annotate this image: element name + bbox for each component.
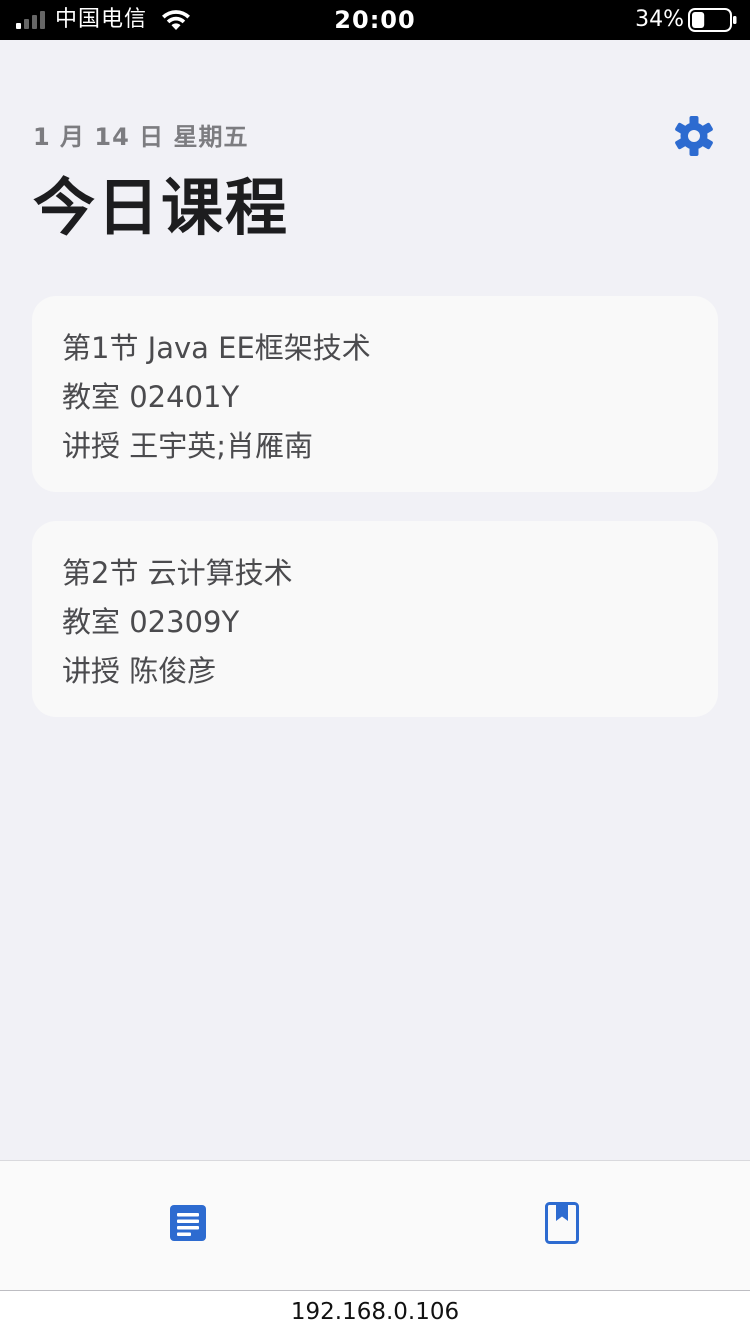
course-room: 教室 02401Y: [62, 380, 240, 414]
document-icon: [170, 1205, 206, 1241]
tab-bookmarks[interactable]: [536, 1197, 588, 1249]
status-bar: 中国电信 20:00 34%: [0, 0, 750, 40]
settings-button[interactable]: [670, 112, 718, 160]
page-title: 今日课程: [33, 171, 290, 244]
date-label: 1 月 14 日 星期五: [33, 123, 249, 151]
course-teacher: 讲授 王宇英;肖雁南: [62, 429, 313, 463]
tab-schedule[interactable]: [162, 1197, 214, 1249]
gear-icon: [675, 116, 713, 156]
course-room: 教室 02309Y: [62, 605, 240, 639]
course-teacher: 讲授 陈俊彦: [62, 654, 217, 688]
course-card[interactable]: 第1节 Java EE框架技术 教室 02401Y 讲授 王宇英;肖雁南: [32, 296, 718, 492]
battery-percent: 34%: [635, 7, 684, 32]
tab-bar: [0, 1160, 750, 1291]
url-bar: 192.168.0.106: [0, 1290, 750, 1334]
course-card[interactable]: 第2节 云计算技术 教室 02309Y 讲授 陈俊彦: [32, 521, 718, 717]
bookmark-icon: [545, 1202, 579, 1244]
course-period-name: 第2节 云计算技术: [62, 556, 293, 590]
battery-icon: [688, 8, 737, 32]
course-period-name: 第1节 Java EE框架技术: [62, 331, 371, 365]
